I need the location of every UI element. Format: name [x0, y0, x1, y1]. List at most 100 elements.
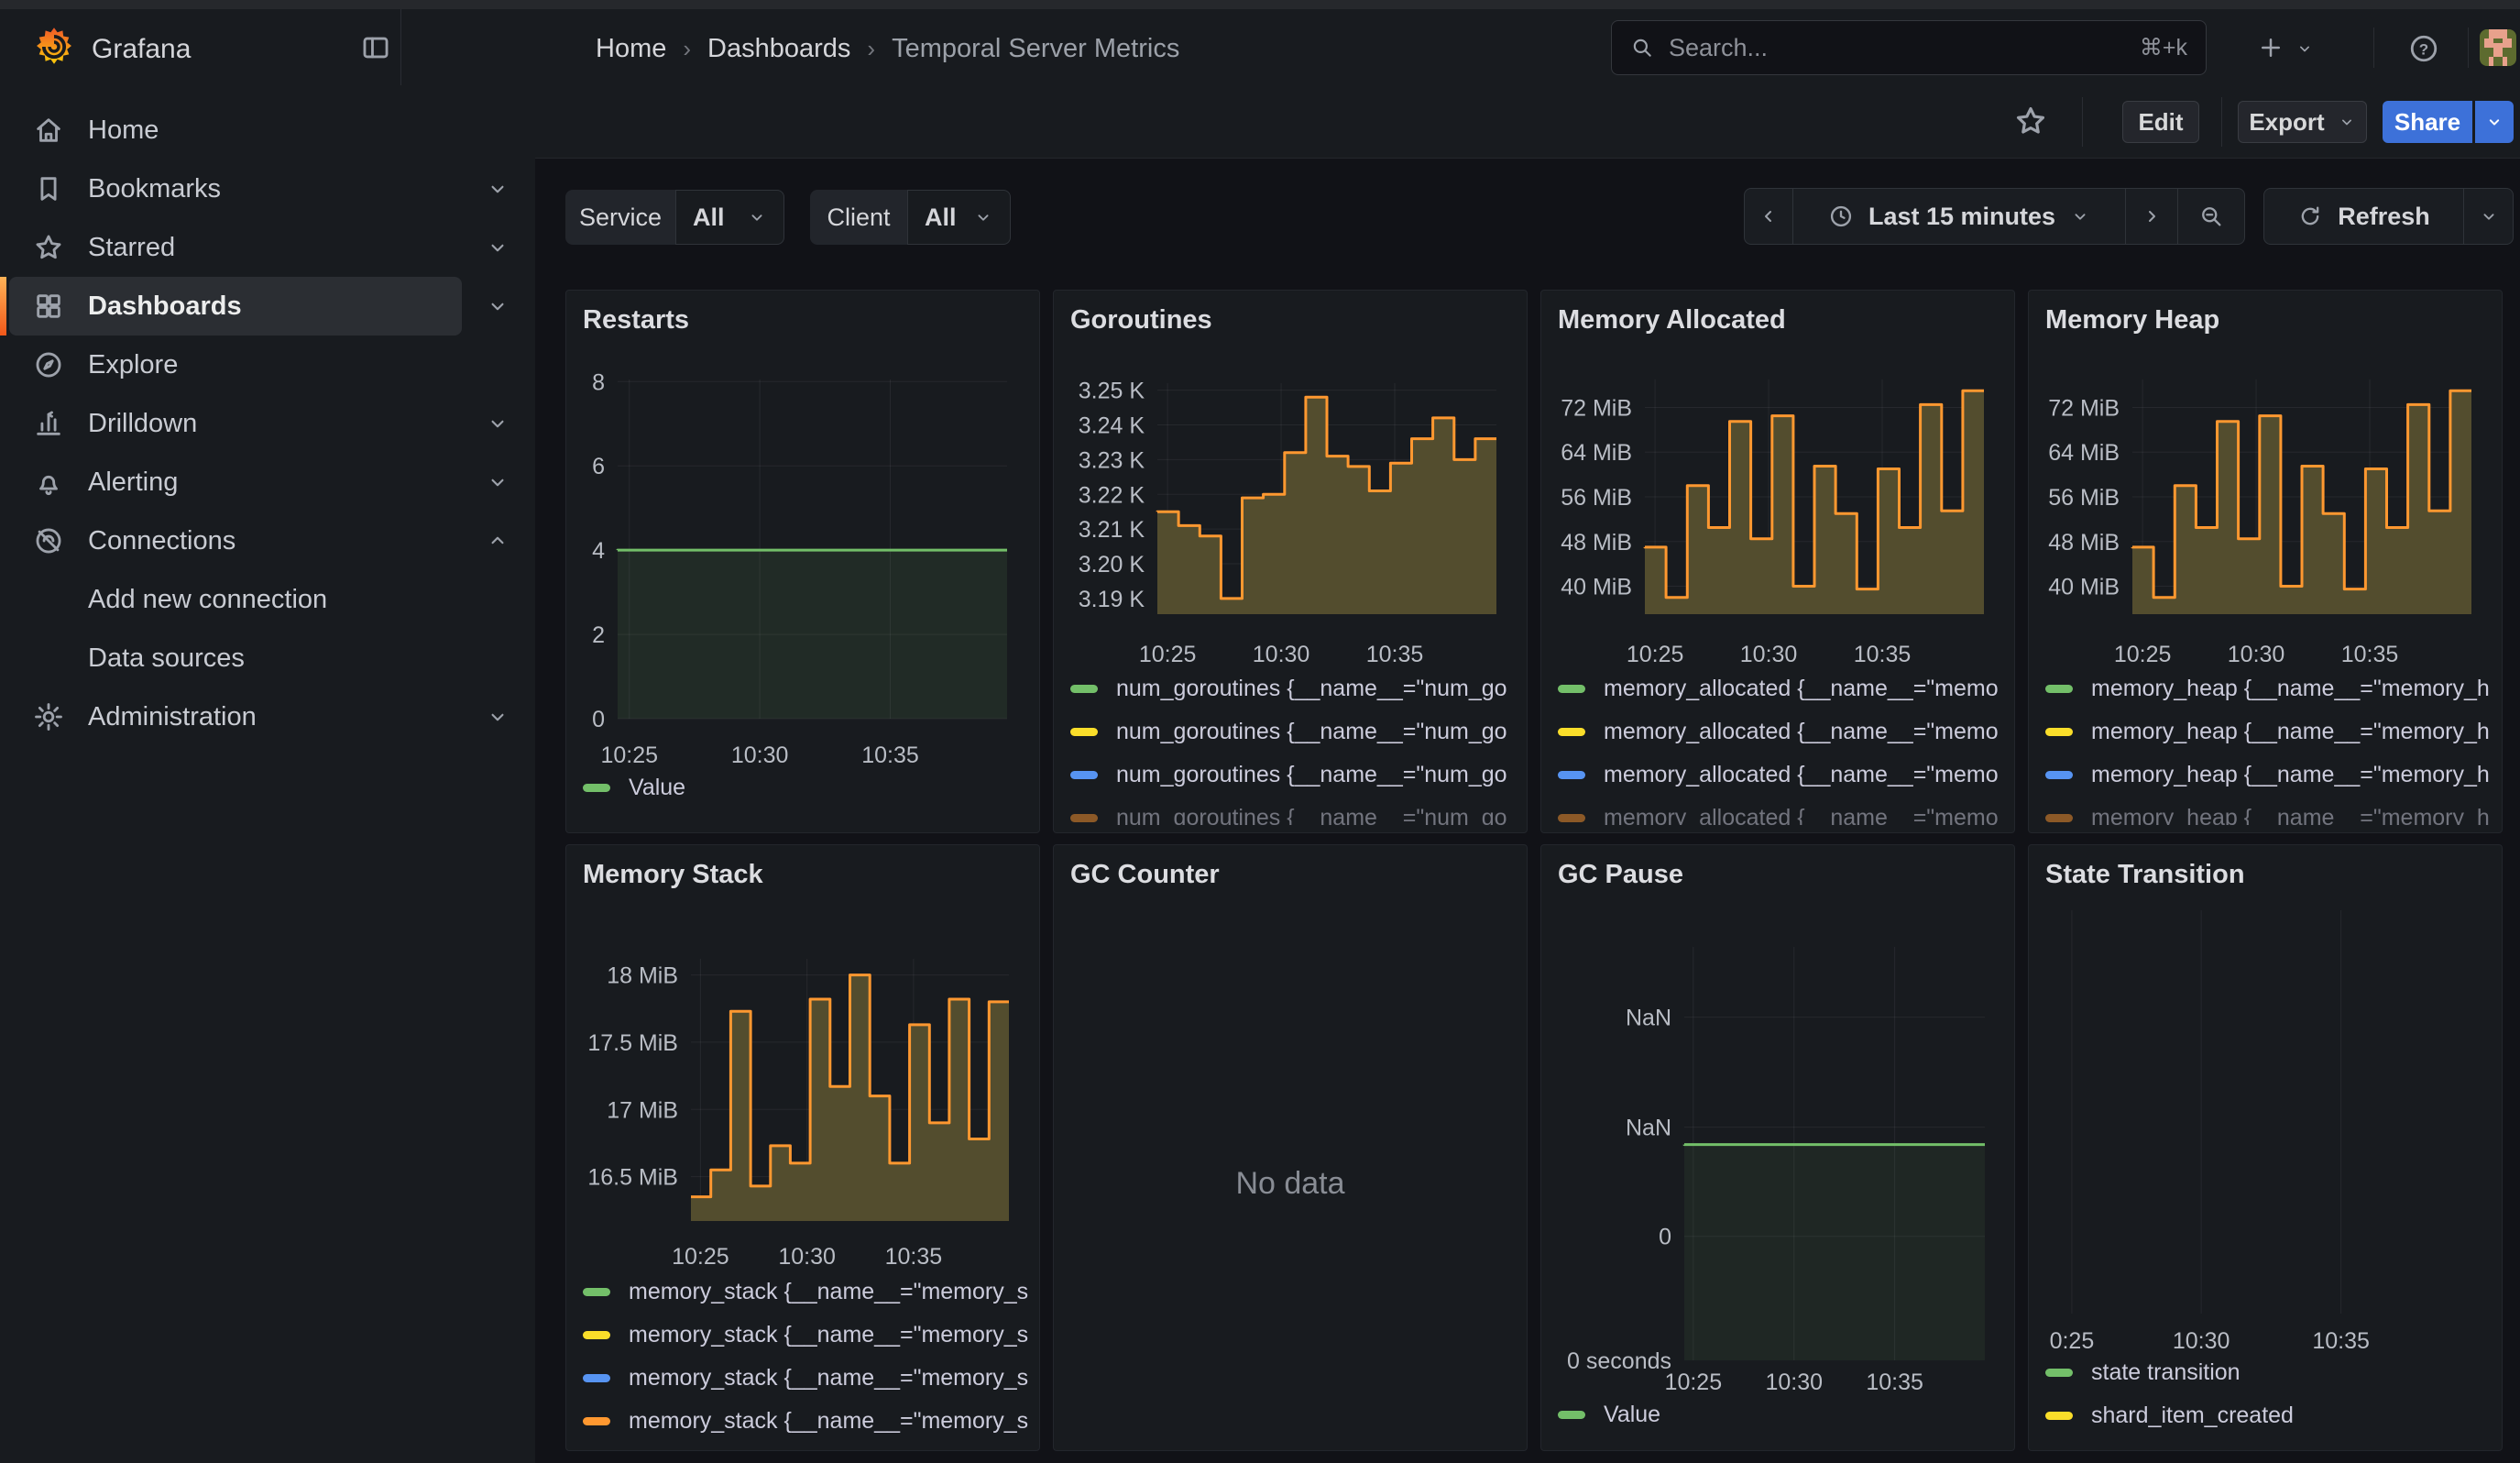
sidebar-item-drilldown[interactable]: Drilldown	[0, 394, 535, 453]
legend-item[interactable]: Value	[1547, 1393, 2009, 1436]
chevron-down-icon[interactable]	[486, 177, 509, 201]
legend-swatch	[2045, 814, 2073, 822]
legend-item[interactable]: memory_heap {__name__="memory_h	[2034, 797, 2496, 825]
service-filter-value[interactable]: All	[675, 190, 784, 245]
refresh-interval-chevron[interactable]	[2463, 188, 2514, 245]
sidebar-item-label: Connections	[88, 526, 236, 556]
share-chevron-button[interactable]	[2475, 101, 2514, 143]
panel-memory-heap[interactable]: Memory Heap 10:2510:3010:3540 MiB48 MiB5…	[2028, 290, 2503, 833]
legend-swatch	[1558, 814, 1585, 822]
panel-restarts[interactable]: Restarts 10:2510:3010:3502468 Value	[565, 290, 1040, 833]
legend-item[interactable]: memory_stack {__name__="memory_s	[572, 1314, 1034, 1357]
sidebar-item-home[interactable]: Home	[0, 101, 535, 160]
grafana-logo	[33, 26, 75, 68]
sidebar-item-label: Drilldown	[88, 409, 197, 439]
breadcrumb-dashboards[interactable]: Dashboards	[707, 34, 850, 64]
legend-item[interactable]: shard_item_created	[2034, 1394, 2496, 1437]
panel-gc-counter[interactable]: GC Counter No data	[1053, 844, 1528, 1451]
chevron-down-icon	[747, 207, 767, 227]
refresh-icon	[2297, 204, 2323, 229]
panel-memory-allocated[interactable]: Memory Allocated 10:2510:3010:3540 MiB48…	[1540, 290, 2015, 833]
legend-label: memory_allocated {__name__="memo	[1604, 676, 1999, 702]
legend-item[interactable]: memory_heap {__name__="memory_h	[2034, 754, 2496, 797]
legend-item[interactable]: memory_stack {__name__="memory_s	[572, 1357, 1034, 1400]
client-filter-value[interactable]: All	[907, 190, 1011, 245]
panel-gc-pause[interactable]: GC Pause 10:2510:3010:35NaNNaN00 seconds…	[1540, 844, 2015, 1451]
legend-swatch	[1558, 685, 1585, 693]
legend-label: memory_stack {__name__="memory_s	[629, 1279, 1028, 1305]
legend-label: memory_heap {__name__="memory_h	[2091, 676, 2490, 702]
legend-item[interactable]: memory_heap {__name__="memory_h	[2034, 667, 2496, 710]
sidebar-item-explore[interactable]: Explore	[0, 336, 535, 394]
svg-text:0 seconds: 0 seconds	[1567, 1348, 1671, 1374]
avatar[interactable]	[2480, 29, 2516, 66]
chevron-down-icon[interactable]	[486, 236, 509, 259]
grafana-app: Grafana Home › Dashboards › Temporal Ser…	[0, 0, 2520, 1463]
legend-item[interactable]: memory_stack {__name__="memory_s	[572, 1400, 1034, 1443]
svg-text:64 MiB: 64 MiB	[2048, 440, 2120, 466]
sidebar-item-starred[interactable]: Starred	[0, 218, 535, 277]
legend-item[interactable]: num_goroutines {__name__="num_go	[1059, 667, 1521, 710]
svg-text:10:35: 10:35	[2312, 1328, 2370, 1354]
edit-button[interactable]: Edit	[2122, 101, 2199, 143]
legend-item[interactable]: memory_stack {__name__="memory_s	[572, 1270, 1034, 1314]
breadcrumb-home[interactable]: Home	[596, 34, 666, 64]
chevron-down-icon[interactable]	[486, 705, 509, 729]
add-button[interactable]	[2256, 33, 2285, 62]
legend-item[interactable]: memory_allocated {__name__="memo	[1547, 667, 2009, 710]
legend-item[interactable]: memory_allocated {__name__="memo	[1547, 710, 2009, 754]
svg-text:10:35: 10:35	[861, 742, 919, 768]
legend-item[interactable]: num_goroutines {__name__="num_go	[1059, 710, 1521, 754]
chevron-right-icon: ›	[850, 35, 892, 63]
sidebar-item-label: Home	[88, 116, 159, 146]
sidebar-item-label: Dashboards	[88, 292, 242, 322]
chevron-down-icon[interactable]	[486, 412, 509, 435]
svg-text:10:30: 10:30	[1253, 642, 1310, 667]
panel-state-transition[interactable]: State Transition 0:2510:3010:35 state tr…	[2028, 844, 2503, 1451]
panel-memory-stack[interactable]: Memory Stack 10:2510:3010:3516.5 MiB17 M…	[565, 844, 1040, 1451]
refresh-button[interactable]: Refresh	[2263, 188, 2464, 245]
export-button[interactable]: Export	[2238, 101, 2367, 143]
sidebar-item-bookmarks[interactable]: Bookmarks	[0, 160, 535, 218]
legend-label: memory_stack {__name__="memory_s	[629, 1365, 1028, 1392]
legend-item[interactable]: num_goroutines {__name__="num_go	[1059, 797, 1521, 825]
svg-text:3.24 K: 3.24 K	[1079, 412, 1145, 438]
legend-item[interactable]: memory_allocated {__name__="memo	[1547, 754, 2009, 797]
legend-label: memory_heap {__name__="memory_h	[2091, 719, 2490, 745]
svg-text:10:25: 10:25	[2114, 642, 2172, 667]
search-box[interactable]: ⌘+k	[1611, 20, 2207, 75]
chevron-down-icon[interactable]	[486, 470, 509, 494]
panel-legend: state transitionshard_item_created	[2034, 1351, 2496, 1443]
sidebar-item-data-sources[interactable]: Data sources	[0, 629, 535, 688]
legend-item[interactable]: memory_allocated {__name__="memo	[1547, 797, 2009, 825]
legend-item[interactable]: memory_heap {__name__="memory_h	[2034, 710, 2496, 754]
sidebar-item-dashboards[interactable]: Dashboards	[0, 277, 535, 336]
legend-item[interactable]: Value	[572, 766, 1034, 809]
chevron-up-icon[interactable]	[486, 529, 509, 553]
favorite-star-icon[interactable]	[2012, 103, 2049, 139]
header-divider	[2373, 28, 2374, 68]
time-back-button[interactable]	[1744, 188, 1793, 245]
svg-text:10:25: 10:25	[1665, 1370, 1723, 1395]
bell-icon	[33, 467, 64, 498]
search-input[interactable]	[1667, 33, 2140, 63]
sidebar-toggle-icon[interactable]	[359, 31, 392, 64]
panel-legend: num_goroutines {__name__="num_gonum_goro…	[1059, 667, 1521, 825]
time-forward-button[interactable]	[2125, 188, 2178, 245]
panel-goroutines[interactable]: Goroutines 10:2510:3010:353.19 K3.20 K3.…	[1053, 290, 1528, 833]
sidebar-item-add-new-connection[interactable]: Add new connection	[0, 570, 535, 629]
export-label: Export	[2249, 108, 2324, 137]
share-button[interactable]: Share	[2383, 101, 2472, 143]
svg-text:3.21 K: 3.21 K	[1079, 517, 1145, 543]
sidebar-item-administration[interactable]: Administration	[0, 688, 535, 746]
sidebar-item-alerting[interactable]: Alerting	[0, 453, 535, 512]
zoom-out-button[interactable]	[2177, 188, 2245, 245]
svg-text:10:30: 10:30	[1740, 642, 1798, 667]
sidebar-item-connections[interactable]: Connections	[0, 512, 535, 570]
help-icon[interactable]: ?	[2408, 33, 2439, 64]
chevron-down-icon[interactable]	[486, 294, 509, 318]
time-range-picker[interactable]: Last 15 minutes	[1792, 188, 2126, 245]
legend-item[interactable]: state transition	[2034, 1351, 2496, 1394]
add-chevron-down-icon[interactable]	[2295, 38, 2315, 59]
legend-item[interactable]: num_goroutines {__name__="num_go	[1059, 754, 1521, 797]
